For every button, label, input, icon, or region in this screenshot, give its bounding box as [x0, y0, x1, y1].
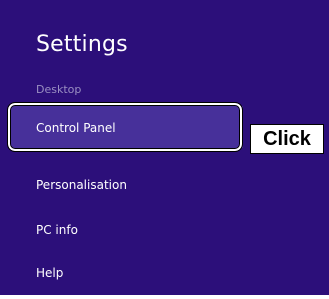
settings-item-personalisation[interactable]: Personalisation	[36, 178, 127, 192]
settings-subtitle: Desktop	[36, 83, 82, 96]
settings-item-pc-info[interactable]: PC info	[36, 223, 78, 237]
bottom-divider	[0, 295, 329, 299]
settings-item-help[interactable]: Help	[36, 266, 63, 280]
click-target-outline	[7, 102, 243, 152]
click-callout-label: Click	[250, 124, 324, 154]
settings-title: Settings	[36, 32, 128, 57]
